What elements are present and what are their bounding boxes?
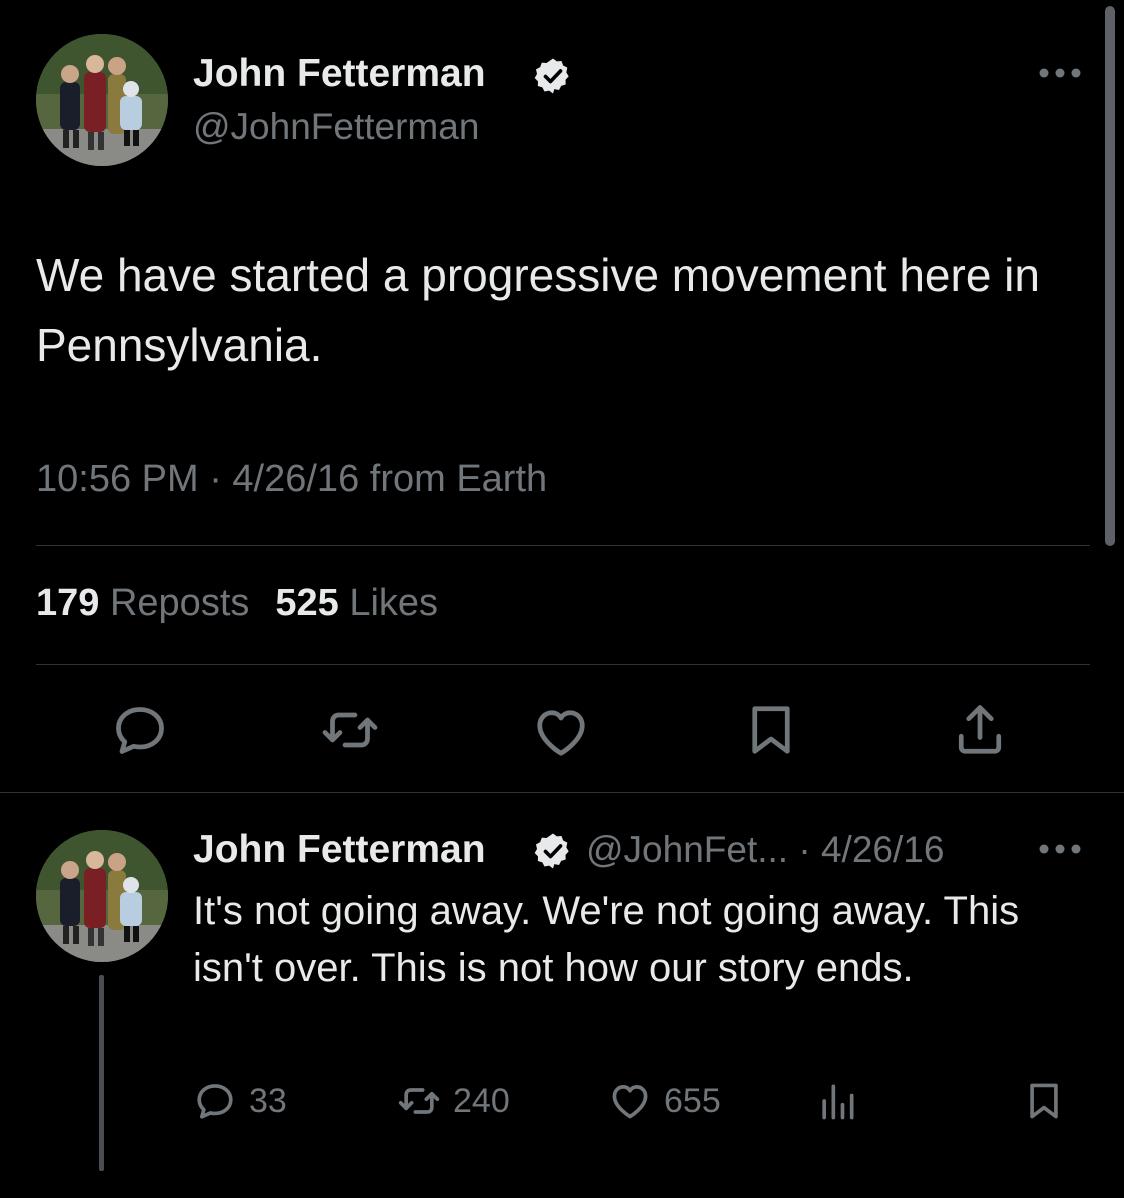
share-button[interactable]	[950, 700, 1010, 760]
reply-author-name[interactable]: John Fetterman	[193, 828, 486, 872]
likes-label[interactable]: Likes	[349, 582, 438, 624]
reply-bookmark-button[interactable]	[1022, 1076, 1078, 1126]
more-icon[interactable]	[1037, 842, 1083, 856]
avatar-photo	[36, 34, 168, 166]
reply-button[interactable]	[110, 700, 170, 760]
bookmark-button[interactable]	[741, 700, 801, 760]
reposts-count[interactable]: 179	[36, 582, 99, 624]
repost-icon	[398, 1088, 440, 1114]
bookmark-icon	[1030, 1083, 1058, 1119]
like-count: 655	[664, 1081, 721, 1120]
verified-badge-icon	[534, 833, 569, 869]
like-icon	[537, 710, 585, 756]
scrollbar[interactable]	[1105, 6, 1115, 546]
share-icon	[958, 705, 1002, 754]
reply-icon	[197, 1084, 233, 1119]
reply-icon	[116, 707, 164, 754]
bookmark-icon	[752, 706, 790, 754]
tweet-timestamp[interactable]: 10:56 PM · 4/26/16 from Earth	[36, 458, 547, 501]
divider	[0, 792, 1124, 793]
repost-button[interactable]	[320, 700, 380, 760]
avatar[interactable]	[36, 34, 168, 166]
likes-count[interactable]: 525	[275, 582, 338, 624]
tweet-text: We have started a progressive movement h…	[36, 249, 1040, 371]
divider	[36, 664, 1090, 665]
reply-views-button[interactable]	[815, 1076, 871, 1126]
reply-repost-button[interactable]: 240	[397, 1076, 510, 1126]
avatar-photo	[36, 830, 168, 962]
verified-badge-icon	[534, 58, 569, 94]
reply-text: It's not going away. We're not going awa…	[193, 889, 1020, 990]
repost-icon	[322, 712, 378, 748]
like-button[interactable]	[531, 702, 591, 762]
reply-like-button[interactable]: 655	[608, 1076, 721, 1126]
reposts-label[interactable]: Reposts	[110, 582, 249, 624]
reply-count: 33	[249, 1081, 287, 1120]
reply-handle-date[interactable]: @JohnFet... · 4/26/16	[586, 829, 944, 871]
repost-count: 240	[453, 1081, 510, 1120]
divider	[36, 545, 1090, 546]
views-icon	[822, 1084, 854, 1120]
reply-avatar[interactable]	[36, 830, 168, 962]
reply-reply-button[interactable]: 33	[193, 1076, 287, 1126]
tweet-stats: 179 Reposts 525 Likes	[36, 582, 438, 625]
author-handle[interactable]: @JohnFetterman	[193, 106, 479, 148]
like-icon	[612, 1085, 648, 1119]
thread-line	[99, 975, 104, 1171]
more-icon[interactable]	[1037, 66, 1083, 80]
author-name[interactable]: John Fetterman	[193, 52, 486, 96]
